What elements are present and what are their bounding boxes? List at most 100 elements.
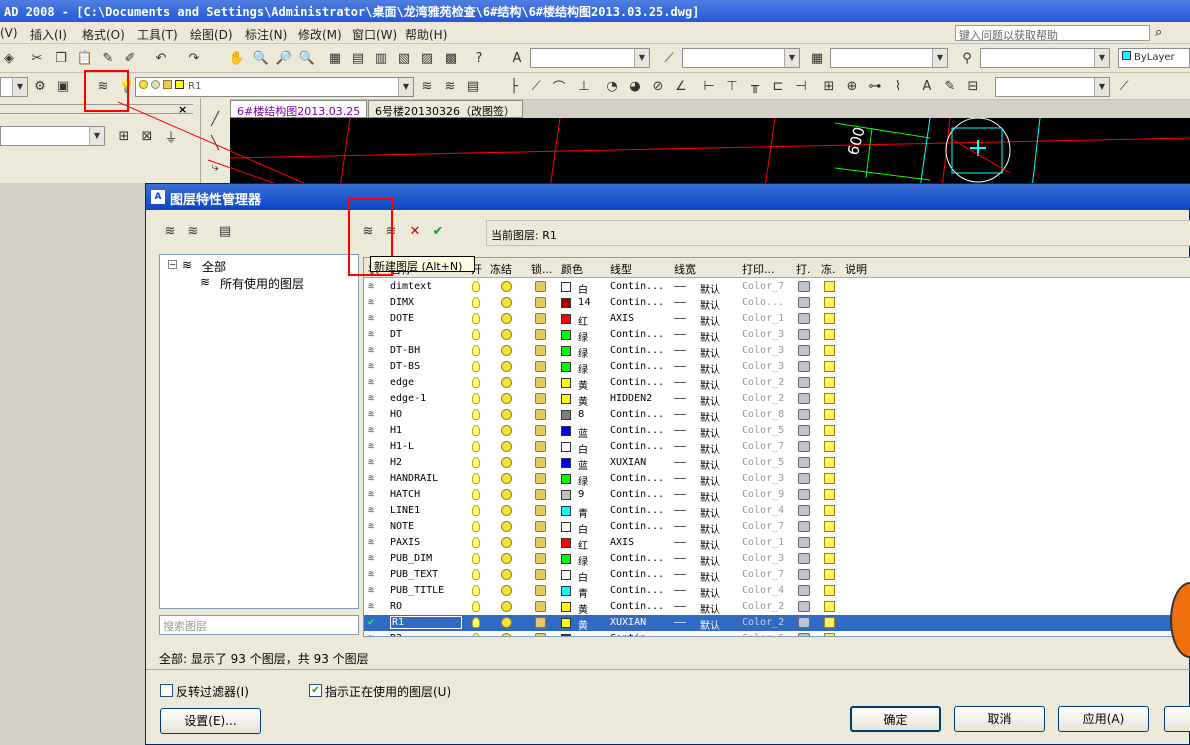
layer-row[interactable]: ≋ PUB_TEXT 白 Contin... —— 默认 Color_7: [364, 567, 1190, 584]
layer-row[interactable]: ≋ LINE1 青 Contin... —— 默认 Color_4: [364, 503, 1190, 520]
lightbulb-icon[interactable]: [472, 505, 480, 516]
lightbulb-icon[interactable]: [472, 377, 480, 388]
linetype[interactable]: Contin...: [610, 281, 664, 292]
color-swatch[interactable]: [561, 506, 571, 516]
lock-icon[interactable]: [535, 361, 546, 372]
sun-icon[interactable]: [501, 393, 512, 404]
color-swatch[interactable]: [561, 522, 571, 532]
tree-used-layers[interactable]: 所有使用的图层: [220, 275, 304, 292]
linetype[interactable]: XUXIAN: [610, 617, 646, 628]
sun-icon[interactable]: [501, 361, 512, 372]
linetype[interactable]: Contin...: [610, 441, 664, 452]
sun-icon[interactable]: [501, 537, 512, 548]
layer-row[interactable]: ≋ DIMX 14 Contin... —— 默认 Colo...: [364, 295, 1190, 312]
lightbulb-icon[interactable]: [472, 633, 480, 636]
layer-name[interactable]: LINE1: [390, 505, 420, 516]
layer-name[interactable]: dimtext: [390, 281, 432, 292]
sun-icon[interactable]: [501, 505, 512, 516]
layer-row[interactable]: ✔ R1 黄 XUXIAN —— 默认 Color_2: [364, 615, 1190, 632]
vp-freeze-icon[interactable]: [824, 505, 835, 516]
col-lock[interactable]: 锁...: [531, 261, 553, 277]
linetype[interactable]: Contin...: [610, 505, 664, 516]
lock-icon[interactable]: [535, 601, 546, 612]
color-swatch[interactable]: [561, 298, 571, 308]
lock-icon[interactable]: [535, 393, 546, 404]
printer-icon[interactable]: [798, 297, 810, 308]
sun-icon[interactable]: [501, 601, 512, 612]
layer-states-manager-icon[interactable]: ▤: [216, 222, 234, 240]
layer-name[interactable]: DT-BH: [390, 345, 420, 356]
lineweight[interactable]: 默认: [700, 361, 720, 376]
layer-row[interactable]: ≋ H1 蓝 Contin... —— 默认 Color_5: [364, 423, 1190, 440]
vp-freeze-icon[interactable]: [824, 441, 835, 452]
color-swatch[interactable]: [561, 474, 571, 484]
sun-icon[interactable]: [501, 569, 512, 580]
printer-icon[interactable]: [798, 553, 810, 564]
lock-icon[interactable]: [535, 457, 546, 468]
layer-row[interactable]: ≋ dimtext 白 Contin... —— 默认 Color_7: [364, 279, 1190, 296]
layer-name[interactable]: HATCH: [390, 489, 420, 500]
color-swatch[interactable]: [561, 346, 571, 356]
vp-freeze-icon[interactable]: [824, 329, 835, 340]
layer-name[interactable]: H1: [390, 425, 402, 436]
linetype[interactable]: Contin...: [610, 585, 664, 596]
col-vp-freeze[interactable]: 冻.: [821, 261, 836, 277]
layer-name[interactable]: DT-BS: [390, 361, 420, 372]
layer-name[interactable]: HO: [390, 409, 402, 420]
lineweight[interactable]: 默认: [700, 425, 720, 440]
col-color[interactable]: 颜色: [561, 261, 583, 277]
sun-icon[interactable]: [501, 377, 512, 388]
color-swatch[interactable]: [561, 538, 571, 548]
lineweight[interactable]: 默认: [700, 601, 720, 616]
sun-icon[interactable]: [501, 425, 512, 436]
vp-freeze-icon[interactable]: [824, 361, 835, 372]
linetype[interactable]: Contin...: [610, 329, 664, 340]
color-swatch[interactable]: [561, 618, 571, 628]
linetype[interactable]: Contin...: [610, 473, 664, 484]
layer-name[interactable]: NOTE: [390, 521, 414, 532]
linetype[interactable]: Contin...: [610, 601, 664, 612]
vp-freeze-icon[interactable]: [824, 537, 835, 548]
linetype[interactable]: Contin...: [610, 521, 664, 532]
printer-icon[interactable]: [798, 425, 810, 436]
linetype[interactable]: Contin...: [610, 361, 664, 372]
lightbulb-icon[interactable]: [472, 601, 480, 612]
vp-freeze-icon[interactable]: [824, 553, 835, 564]
lock-icon[interactable]: [535, 585, 546, 596]
set-current-icon[interactable]: ✔: [429, 222, 447, 240]
lock-icon[interactable]: [535, 345, 546, 356]
layer-row[interactable]: ≋ edge 黄 Contin... —— 默认 Color_2: [364, 375, 1190, 392]
vp-freeze-icon[interactable]: [824, 345, 835, 356]
color-swatch[interactable]: [561, 410, 571, 420]
sun-icon[interactable]: [501, 473, 512, 484]
layer-row[interactable]: ≋R2洋红Contin...——默认Color_6: [364, 631, 1190, 636]
lightbulb-icon[interactable]: [472, 521, 480, 532]
delete-layer-icon[interactable]: ✕: [406, 222, 424, 240]
color-swatch[interactable]: [561, 602, 571, 612]
printer-icon[interactable]: [798, 537, 810, 548]
sun-icon[interactable]: [501, 409, 512, 420]
layer-name[interactable]: PUB_TEXT: [390, 569, 438, 580]
apply-button[interactable]: 应用(A): [1058, 706, 1149, 732]
color-swatch[interactable]: [561, 570, 571, 580]
printer-icon[interactable]: [798, 441, 810, 452]
lock-icon[interactable]: [535, 569, 546, 580]
printer-icon[interactable]: [798, 457, 810, 468]
layer-row[interactable]: ≋ edge-1 黄 HIDDEN2 —— 默认 Color_2: [364, 391, 1190, 408]
lineweight[interactable]: 默认: [700, 377, 720, 392]
printer-icon[interactable]: [798, 601, 810, 612]
printer-icon[interactable]: [798, 633, 810, 636]
lock-icon[interactable]: [535, 297, 546, 308]
color-swatch[interactable]: [561, 458, 571, 468]
lightbulb-icon[interactable]: [472, 393, 480, 404]
lock-icon[interactable]: [535, 329, 546, 340]
lightbulb-icon[interactable]: [472, 569, 480, 580]
col-plot-style[interactable]: 打印...: [742, 261, 775, 277]
vp-freeze-icon[interactable]: [824, 489, 835, 500]
col-description[interactable]: 说明: [845, 261, 867, 277]
invert-filter-checkbox[interactable]: [160, 684, 173, 697]
lock-icon[interactable]: [535, 313, 546, 324]
lineweight[interactable]: 默认: [700, 345, 720, 360]
printer-icon[interactable]: [798, 521, 810, 532]
vp-freeze-icon[interactable]: [824, 377, 835, 388]
